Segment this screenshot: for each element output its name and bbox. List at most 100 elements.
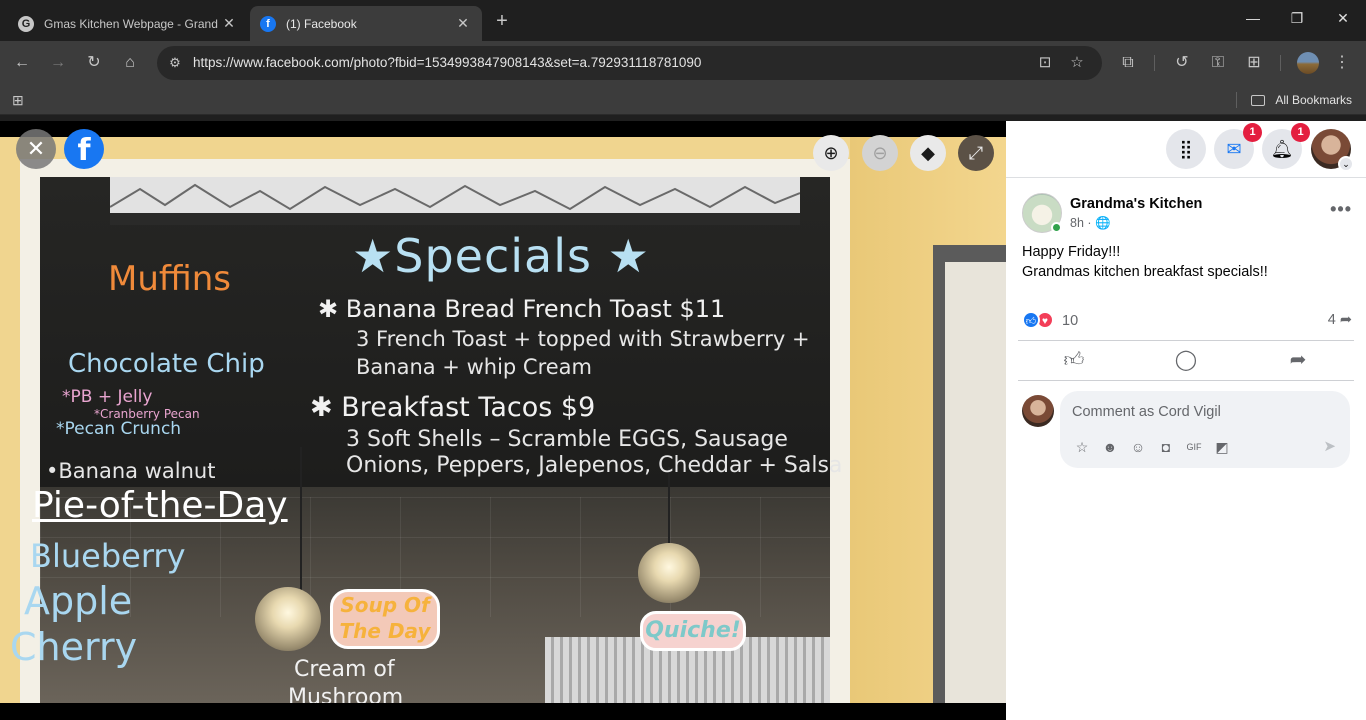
special-item: ✱ Banana Bread French Toast $11 (318, 295, 726, 323)
tag-icon[interactable]: ◆ (910, 135, 946, 171)
lamp-cord (668, 467, 670, 547)
messenger-badge: 1 (1243, 123, 1262, 142)
facebook-favicon-icon: f (260, 15, 276, 32)
page-name[interactable]: Grandma's Kitchen (1070, 196, 1202, 212)
apps-grid-icon[interactable]: ⊞ (12, 92, 24, 109)
post-header: Grandma's Kitchen 8h · 🌐 ••• (1022, 193, 1352, 235)
menu-icon[interactable]: ⋮ (1330, 51, 1354, 75)
avatar-sticker-icon[interactable]: ☆ (1072, 437, 1092, 457)
tab-facebook[interactable]: f (1) Facebook ✕ (250, 6, 482, 41)
comment-placeholder: Comment as Cord Vigil (1072, 404, 1221, 420)
toolbar-divider (1280, 55, 1281, 71)
reaction-count[interactable]: 10 (1062, 313, 1078, 329)
pendant-lamp (255, 587, 321, 651)
install-app-icon[interactable]: ⊡ (1035, 53, 1055, 73)
menu-grid-icon[interactable]: ⣿ (1166, 129, 1206, 169)
special-item: ✱ Breakfast Tacos $9 (310, 392, 596, 423)
soup-text: Cream of (294, 657, 395, 682)
smiley-icon[interactable]: ☺ (1128, 437, 1148, 457)
fullscreen-icon[interactable]: ⤢ (958, 135, 994, 171)
pie-item: Apple (24, 579, 133, 623)
emoji-face-icon[interactable]: ☻ (1100, 437, 1120, 457)
folder-icon (1251, 94, 1266, 106)
facebook-logo-icon[interactable]: f (64, 129, 104, 169)
tab-favicon-icon: G (18, 15, 34, 32)
special-description: 3 Soft Shells – Scramble EGGS, Sausage (346, 427, 788, 452)
online-status-dot (1051, 222, 1062, 233)
address-bar[interactable]: ⚙ https://www.facebook.com/photo?fbid=15… (157, 46, 1102, 80)
tab-close-icon[interactable]: ✕ (220, 15, 238, 32)
post-line: Happy Friday!!! (1022, 244, 1121, 260)
tab-close-icon[interactable]: ✕ (454, 15, 472, 32)
comment-input[interactable]: Comment as Cord Vigil ☆ ☻ ☺ ◘ GIF ◩ ➤ (1060, 391, 1350, 468)
tab-strip: G Gmas Kitchen Webpage - Grand ✕ f (1) F… (0, 0, 1366, 41)
gif-icon[interactable]: GIF (1184, 437, 1204, 457)
post-stats: ♥ 👍︎ 10 4 ➦ (1022, 311, 1352, 331)
bookmarks-bar: ⊞ All Bookmarks (0, 85, 1366, 115)
zoom-out-icon[interactable]: ⊖ (862, 135, 898, 171)
quiche-sticker: Quiche! (640, 611, 746, 651)
muffin-item: Chocolate Chip (68, 349, 265, 379)
more-options-icon[interactable]: ••• (1330, 199, 1352, 220)
home-icon[interactable]: ⌂ (118, 51, 142, 75)
notifications-badge: 1 (1291, 123, 1310, 142)
commenter-avatar[interactable] (1022, 395, 1054, 427)
all-bookmarks-label: All Bookmarks (1275, 93, 1352, 107)
lamp-cord (300, 447, 302, 597)
divider (1018, 380, 1354, 381)
send-icon[interactable]: ➤ (1323, 437, 1336, 455)
muffin-item: *PB + Jelly (62, 387, 153, 407)
post-time[interactable]: 8h · 🌐 (1070, 216, 1111, 231)
close-window-icon[interactable]: ✕ (1328, 10, 1358, 30)
muffin-item: •Banana walnut (46, 459, 216, 483)
forward-icon[interactable]: → (46, 51, 70, 75)
tab-gmas-kitchen[interactable]: G Gmas Kitchen Webpage - Grand ✕ (8, 6, 248, 41)
site-info-icon[interactable]: ⚙ (165, 53, 185, 73)
reading-list-icon[interactable]: ⊞ (1242, 51, 1266, 75)
soup-text: Mushroom (288, 685, 404, 703)
muffins-heading: Muffins (108, 259, 232, 299)
like-button-icon[interactable]: 👍︎ (1054, 347, 1094, 373)
special-description: Banana + whip Cream (356, 355, 592, 379)
notifications-icon[interactable]: 🔔︎ 1 (1262, 123, 1310, 169)
maximize-icon[interactable]: ❐ (1282, 10, 1312, 30)
toolbar-divider (1154, 55, 1155, 71)
new-tab-icon[interactable]: + (490, 10, 514, 32)
camera-icon[interactable]: ◘ (1156, 437, 1176, 457)
history-icon[interactable]: ↺ (1170, 51, 1194, 75)
facebook-photo-page: ★Specials ★ Muffins Chocolate Chip *PB +… (0, 121, 1366, 720)
back-icon[interactable]: ← (10, 51, 34, 75)
minimize-icon[interactable]: — (1238, 10, 1268, 30)
pendant-lamp (638, 543, 700, 603)
photo[interactable]: ★Specials ★ Muffins Chocolate Chip *PB +… (0, 137, 1006, 703)
tab-title: Gmas Kitchen Webpage - Grand (44, 16, 218, 31)
pie-item: Cherry (10, 625, 138, 669)
close-icon[interactable]: ✕ (16, 129, 56, 169)
zoom-in-icon[interactable]: ⊕ (813, 135, 849, 171)
top-nav: ⣿ ✉ 1 🔔︎ 1 ⌄ (1006, 121, 1366, 177)
all-bookmarks-button[interactable]: All Bookmarks (1251, 93, 1352, 107)
picture-frame-inner (945, 262, 1006, 703)
comment-button-icon[interactable]: ◯ (1166, 347, 1206, 373)
specials-title: ★Specials ★ (352, 229, 650, 283)
account-avatar[interactable]: ⌄ (1311, 129, 1354, 172)
share-count[interactable]: 4 ➦ (1328, 312, 1352, 328)
reload-icon[interactable]: ↻ (82, 51, 106, 75)
star-icon[interactable]: ☆ (1067, 53, 1087, 73)
special-description: 3 French Toast + topped with Strawberry … (356, 327, 810, 351)
pie-item: Blueberry (30, 537, 186, 575)
like-reaction-icon[interactable]: 👍︎ (1022, 311, 1040, 329)
url-text[interactable]: https://www.facebook.com/photo?fbid=1534… (193, 55, 701, 70)
password-icon[interactable]: ⚿ (1206, 51, 1230, 75)
messenger-icon[interactable]: ✉ 1 (1214, 123, 1262, 169)
share-count-icon: ➦ (1339, 312, 1352, 328)
post-sidebar: ⣿ ✉ 1 🔔︎ 1 ⌄ Grandma's Kitchen 8h · 🌐 ••… (1006, 121, 1366, 720)
chevron-down-icon: ⌄ (1338, 156, 1354, 172)
divider (1006, 177, 1366, 178)
extensions-icon[interactable]: ⧉ (1116, 51, 1140, 75)
post-text: Happy Friday!!! Grandmas kitchen breakfa… (1022, 242, 1268, 282)
sticker-icon[interactable]: ◩ (1212, 437, 1232, 457)
share-button-icon[interactable]: ➦ (1278, 347, 1318, 373)
tab-title: (1) Facebook (286, 16, 357, 31)
profile-avatar[interactable] (1297, 52, 1319, 74)
